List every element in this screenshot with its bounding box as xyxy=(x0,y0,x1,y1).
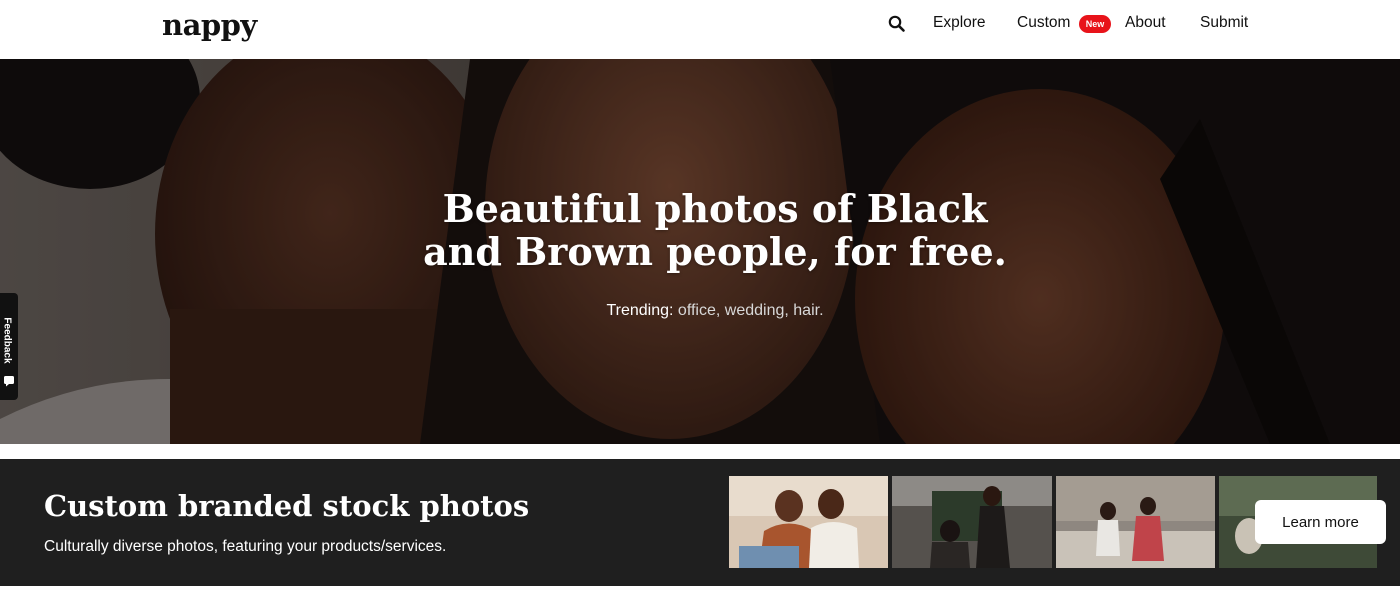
promo-thumbnail[interactable] xyxy=(892,476,1052,568)
nav-about-link[interactable]: About xyxy=(1125,14,1166,32)
promo-title: Custom branded stock photos xyxy=(44,489,530,523)
promo-thumbnail[interactable] xyxy=(729,476,888,568)
custom-photos-promo: Custom branded stock photos Culturally d… xyxy=(0,459,1400,586)
promo-thumbnail-image xyxy=(1056,476,1215,568)
trending-label: Trending: xyxy=(606,302,674,319)
nappy-logo[interactable]: nappy xyxy=(162,8,257,42)
trending-link-wedding[interactable]: wedding, xyxy=(725,302,789,319)
promo-thumbnail-image xyxy=(892,476,1052,568)
top-navigation: nappy Explore Custom New About Submit xyxy=(0,0,1400,58)
promo-thumbnail[interactable] xyxy=(1056,476,1215,568)
trending-row: Trending: office, wedding, hair. xyxy=(400,302,1030,320)
nav-custom-link[interactable]: Custom xyxy=(1017,14,1070,32)
feedback-tab[interactable]: Feedback xyxy=(0,293,18,400)
learn-more-button[interactable]: Learn more xyxy=(1255,500,1386,544)
nav-explore-link[interactable]: Explore xyxy=(933,14,986,32)
hero-banner: Beautiful photos of Black and Brown peop… xyxy=(0,59,1400,444)
hero-headline-line1: Beautiful photos of Black xyxy=(442,186,988,231)
promo-subtitle: Culturally diverse photos, featuring you… xyxy=(44,538,447,555)
hero-headline: Beautiful photos of Black and Brown peop… xyxy=(400,187,1030,273)
new-badge: New xyxy=(1079,15,1111,33)
nav-submit-link[interactable]: Submit xyxy=(1200,14,1248,32)
feedback-label: Feedback xyxy=(1,317,13,364)
trending-link-office[interactable]: office, xyxy=(678,302,720,319)
hero-headline-line2: and Brown people, for free. xyxy=(423,229,1007,274)
trending-link-hair[interactable]: hair. xyxy=(793,302,823,319)
feedback-icon xyxy=(4,376,14,387)
search-icon[interactable] xyxy=(886,13,908,35)
promo-thumbnail-image xyxy=(729,476,888,568)
